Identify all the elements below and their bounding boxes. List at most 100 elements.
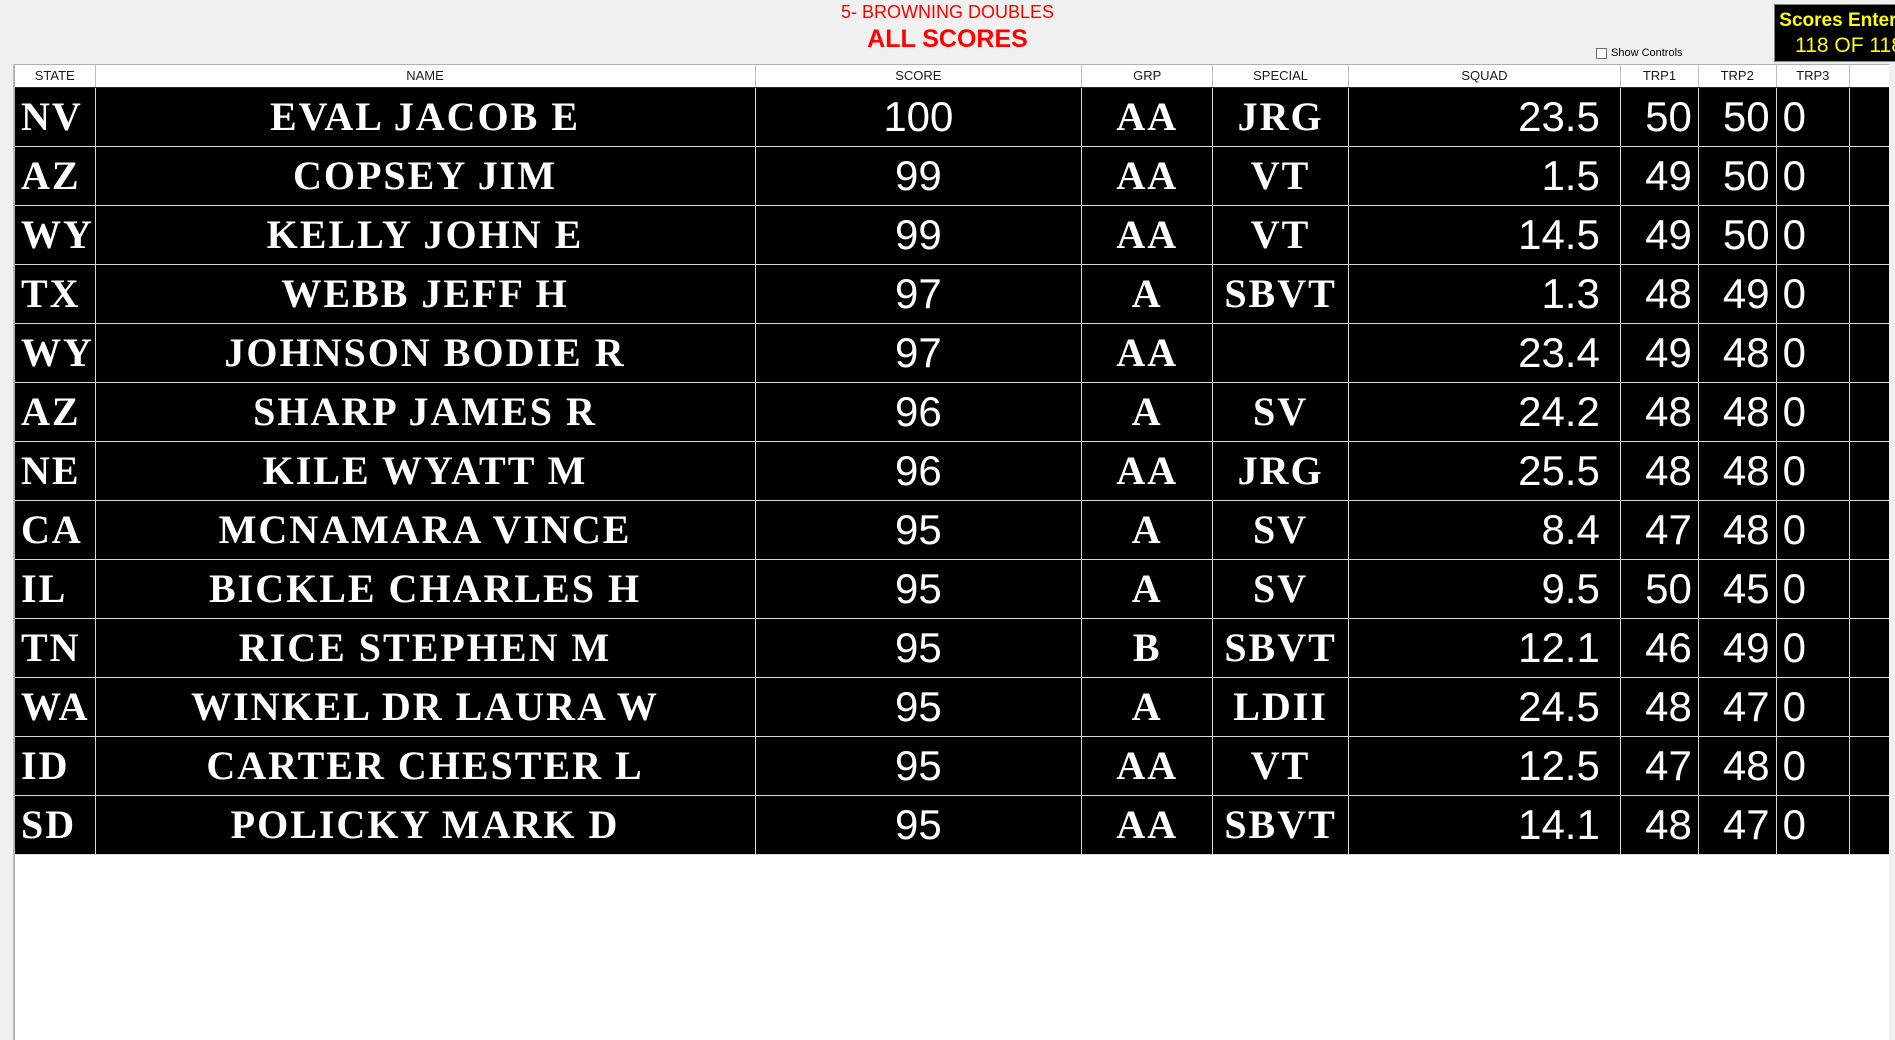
- cell-trp2[interactable]: 49: [1698, 264, 1777, 324]
- cell-score[interactable]: 95: [755, 677, 1083, 737]
- cell-squad[interactable]: 1.3: [1348, 264, 1622, 324]
- cell-trp2[interactable]: 48: [1698, 500, 1777, 560]
- cell-score[interactable]: 97: [755, 323, 1083, 383]
- cell-trp1[interactable]: 47: [1620, 736, 1699, 796]
- cell-grp[interactable]: A: [1081, 559, 1214, 619]
- cell-grp[interactable]: A: [1081, 677, 1214, 737]
- table-row[interactable]: IL BICKLE CHARLES H 95 A SV 9.5 50 45 0: [15, 559, 1889, 619]
- cell-trp1[interactable]: 49: [1620, 323, 1699, 383]
- cell-trp2[interactable]: 48: [1698, 736, 1777, 796]
- col-header-grp[interactable]: GRP: [1081, 65, 1214, 88]
- cell-name[interactable]: KILE WYATT M: [95, 441, 756, 501]
- cell-special[interactable]: VT: [1212, 146, 1349, 206]
- cell-name[interactable]: WEBB JEFF H: [95, 264, 756, 324]
- row-selector-gutter[interactable]: [0, 64, 14, 1040]
- cell-trp1[interactable]: 50: [1620, 87, 1699, 147]
- cell-trp3[interactable]: 0: [1776, 382, 1850, 442]
- cell-special[interactable]: SV: [1212, 559, 1349, 619]
- cell-trp1[interactable]: 46: [1620, 618, 1699, 678]
- cell-trp3[interactable]: 0: [1776, 559, 1850, 619]
- cell-state[interactable]: TX: [15, 264, 96, 324]
- cell-name[interactable]: BICKLE CHARLES H: [95, 559, 756, 619]
- col-header-state[interactable]: STATE: [15, 65, 96, 88]
- scores-grid[interactable]: STATE NAME SCORE GRP SPECIAL SQUAD TRP1 …: [14, 64, 1889, 1040]
- table-row[interactable]: TX WEBB JEFF H 97 A SBVT 1.3 48 49 0: [15, 264, 1889, 324]
- cell-extra[interactable]: [1849, 559, 1889, 619]
- cell-squad[interactable]: 12.5: [1348, 736, 1622, 796]
- cell-score[interactable]: 95: [755, 795, 1083, 855]
- cell-trp2[interactable]: 48: [1698, 382, 1777, 442]
- col-header-trp3[interactable]: TRP3: [1776, 65, 1850, 88]
- cell-name[interactable]: SHARP JAMES R: [95, 382, 756, 442]
- cell-squad[interactable]: 25.5: [1348, 441, 1622, 501]
- cell-special[interactable]: SBVT: [1212, 618, 1349, 678]
- cell-grp[interactable]: AA: [1081, 795, 1214, 855]
- cell-state[interactable]: CA: [15, 500, 96, 560]
- cell-squad[interactable]: 14.1: [1348, 795, 1622, 855]
- cell-special[interactable]: SBVT: [1212, 795, 1349, 855]
- cell-extra[interactable]: [1849, 500, 1889, 560]
- cell-score[interactable]: 99: [755, 146, 1083, 206]
- cell-trp3[interactable]: 0: [1776, 146, 1850, 206]
- cell-state[interactable]: NV: [15, 87, 96, 147]
- col-header-extra[interactable]: [1849, 65, 1889, 88]
- cell-extra[interactable]: [1849, 382, 1889, 442]
- table-row[interactable]: SD POLICKY MARK D 95 AA SBVT 14.1 48 47 0: [15, 795, 1889, 855]
- cell-score[interactable]: 95: [755, 500, 1083, 560]
- cell-trp2[interactable]: 50: [1698, 205, 1777, 265]
- col-header-squad[interactable]: SQUAD: [1348, 65, 1622, 88]
- table-row[interactable]: TN RICE STEPHEN M 95 B SBVT 12.1 46 49 0: [15, 618, 1889, 678]
- cell-trp1[interactable]: 48: [1620, 382, 1699, 442]
- cell-state[interactable]: IL: [15, 559, 96, 619]
- table-row[interactable]: AZ COPSEY JIM 99 AA VT 1.5 49 50 0: [15, 146, 1889, 206]
- cell-grp[interactable]: A: [1081, 500, 1214, 560]
- cell-special[interactable]: LDII: [1212, 677, 1349, 737]
- cell-state[interactable]: WY: [15, 205, 96, 265]
- table-row[interactable]: WY KELLY JOHN E 99 AA VT 14.5 49 50 0: [15, 205, 1889, 265]
- cell-extra[interactable]: [1849, 736, 1889, 796]
- cell-grp[interactable]: AA: [1081, 323, 1214, 383]
- cell-score[interactable]: 99: [755, 205, 1083, 265]
- cell-trp1[interactable]: 48: [1620, 795, 1699, 855]
- cell-extra[interactable]: [1849, 323, 1889, 383]
- cell-score[interactable]: 97: [755, 264, 1083, 324]
- cell-extra[interactable]: [1849, 795, 1889, 855]
- table-row[interactable]: AZ SHARP JAMES R 96 A SV 24.2 48 48 0: [15, 382, 1889, 442]
- cell-trp2[interactable]: 48: [1698, 441, 1777, 501]
- cell-score[interactable]: 100: [755, 87, 1083, 147]
- cell-name[interactable]: EVAL JACOB E: [95, 87, 756, 147]
- cell-trp2[interactable]: 49: [1698, 618, 1777, 678]
- cell-score[interactable]: 95: [755, 559, 1083, 619]
- cell-special[interactable]: JRG: [1212, 441, 1349, 501]
- cell-trp2[interactable]: 50: [1698, 146, 1777, 206]
- cell-special[interactable]: VT: [1212, 736, 1349, 796]
- table-row[interactable]: NV EVAL JACOB E 100 AA JRG 23.5 50 50 0: [15, 87, 1889, 147]
- show-controls-checkbox[interactable]: [1596, 47, 1607, 59]
- cell-state[interactable]: NE: [15, 441, 96, 501]
- cell-squad[interactable]: 23.5: [1348, 87, 1622, 147]
- cell-squad[interactable]: 8.4: [1348, 500, 1622, 560]
- cell-trp3[interactable]: 0: [1776, 795, 1850, 855]
- cell-score[interactable]: 96: [755, 382, 1083, 442]
- cell-trp3[interactable]: 0: [1776, 618, 1850, 678]
- cell-state[interactable]: AZ: [15, 146, 96, 206]
- cell-trp3[interactable]: 0: [1776, 323, 1850, 383]
- cell-state[interactable]: WA: [15, 677, 96, 737]
- cell-name[interactable]: COPSEY JIM: [95, 146, 756, 206]
- table-row[interactable]: NE KILE WYATT M 96 AA JRG 25.5 48 48 0: [15, 441, 1889, 501]
- cell-grp[interactable]: AA: [1081, 146, 1214, 206]
- cell-trp3[interactable]: 0: [1776, 441, 1850, 501]
- cell-grp[interactable]: AA: [1081, 736, 1214, 796]
- cell-trp2[interactable]: 50: [1698, 87, 1777, 147]
- cell-squad[interactable]: 24.2: [1348, 382, 1622, 442]
- cell-trp1[interactable]: 49: [1620, 146, 1699, 206]
- cell-trp2[interactable]: 45: [1698, 559, 1777, 619]
- cell-trp3[interactable]: 0: [1776, 500, 1850, 560]
- cell-trp3[interactable]: 0: [1776, 736, 1850, 796]
- table-row[interactable]: ID CARTER CHESTER L 95 AA VT 12.5 47 48 0: [15, 736, 1889, 796]
- cell-extra[interactable]: [1849, 264, 1889, 324]
- cell-trp1[interactable]: 48: [1620, 441, 1699, 501]
- cell-trp2[interactable]: 48: [1698, 323, 1777, 383]
- cell-name[interactable]: JOHNSON BODIE R: [95, 323, 756, 383]
- cell-score[interactable]: 96: [755, 441, 1083, 501]
